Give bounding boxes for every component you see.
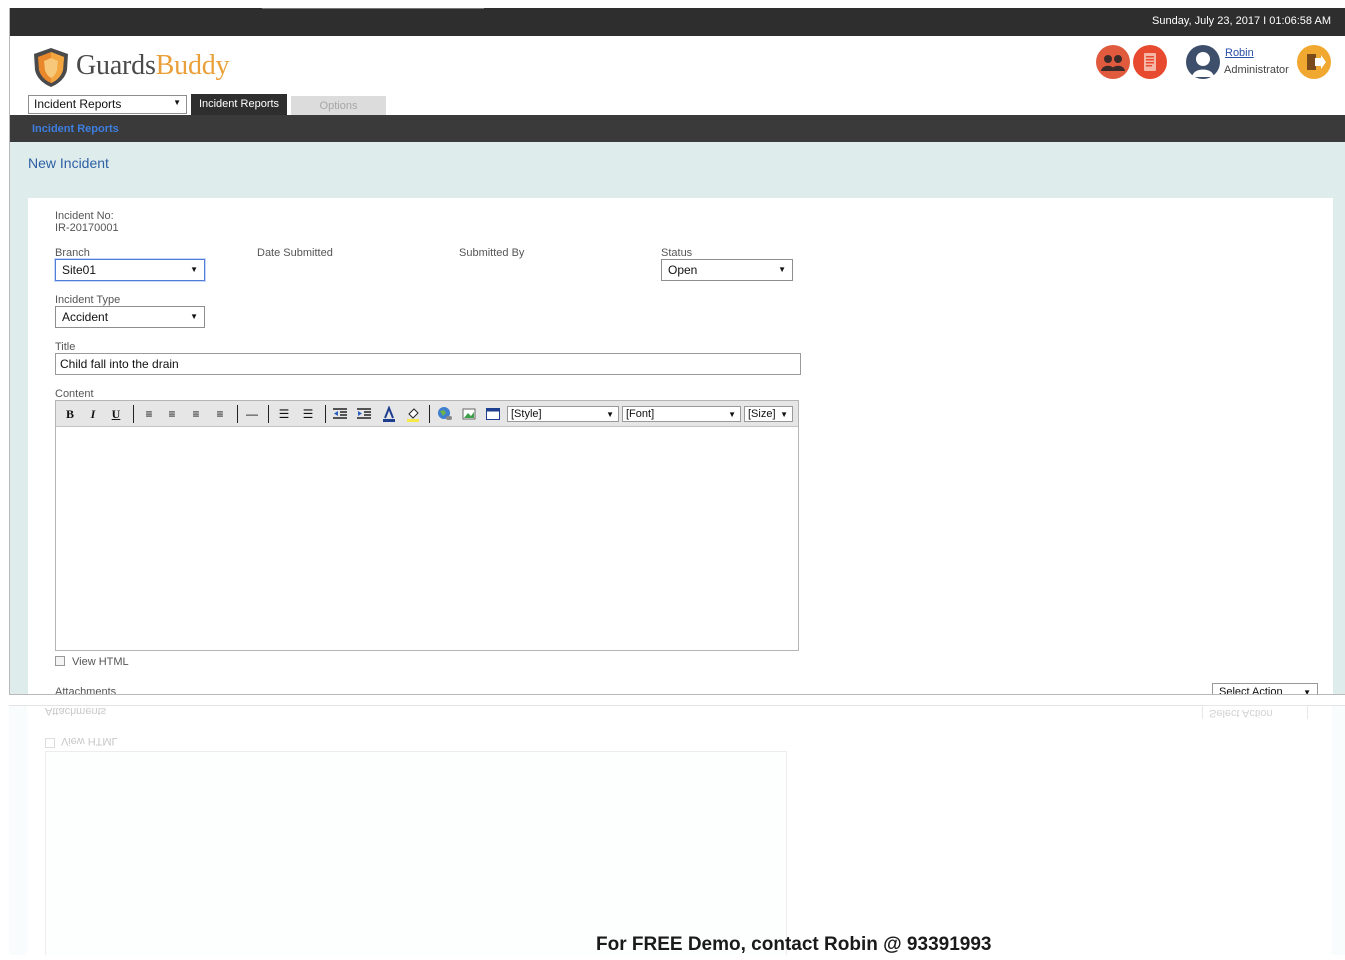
highlight-color-icon[interactable] (405, 406, 421, 422)
attachments-label: Attachments (55, 686, 117, 695)
reports-icon[interactable] (1133, 45, 1167, 79)
form-panel: Incident No: IR-20170001 Branch Site01 ▼… (28, 198, 1333, 695)
incident-type-label: Incident Type (55, 294, 121, 306)
toolbar-separator (237, 405, 238, 423)
chevron-down-icon: ▼ (173, 98, 181, 107)
reflection-checkbox (45, 738, 55, 748)
reflection-select-action: Select Action (1202, 705, 1308, 719)
align-center-icon[interactable]: ≡ (164, 406, 180, 422)
reflection-view-html-label: View HTML (61, 735, 118, 747)
italic-icon[interactable]: I (85, 406, 101, 422)
align-right-icon[interactable]: ≡ (188, 406, 204, 422)
editor-content-area[interactable] (56, 428, 798, 650)
app-root: Sunday, July 23, 2017 I 01:06:58 AM Guar… (0, 0, 1345, 960)
branch-select-value: Site01 (62, 263, 97, 277)
ordered-list-icon[interactable]: ☰ (276, 406, 292, 422)
user-role: Administrator (1224, 64, 1289, 76)
status-select-value: Open (668, 263, 698, 277)
shield-logo-icon (34, 48, 68, 87)
top-bar: Sunday, July 23, 2017 I 01:06:58 AM (10, 8, 1345, 36)
tab-incident-reports[interactable]: Incident Reports (191, 94, 287, 115)
select-action-label: Select Action (1219, 686, 1283, 695)
guards-icon[interactable] (1096, 45, 1130, 79)
text-color-icon[interactable] (381, 406, 397, 422)
brand-name: GuardsBuddy (76, 50, 230, 82)
horizontal-rule-icon[interactable]: — (244, 406, 260, 422)
module-select-value: Incident Reports (34, 97, 122, 111)
toolbar-separator (429, 405, 430, 423)
unordered-list-icon[interactable]: ☰ (300, 406, 316, 422)
underline-icon[interactable]: U (108, 406, 124, 422)
incident-type-select[interactable]: Accident ▼ (55, 306, 205, 328)
font-dropdown-label: [Font] (626, 408, 655, 420)
promo-text: For FREE Demo, contact Robin @ 93391993 (596, 934, 992, 955)
rich-text-editor: B I U ≡ ≡ ≡ ≡ — ☰ ☰ [Style] ▼ [Font] ▼ [… (55, 400, 799, 651)
indent-icon[interactable] (356, 406, 372, 422)
status-select[interactable]: Open ▼ (661, 259, 793, 281)
chevron-down-icon: ▼ (780, 410, 788, 419)
font-dropdown[interactable]: [Font] ▼ (622, 406, 741, 422)
incident-no-value: IR-20170001 (55, 222, 119, 234)
brand-part2: Buddy (155, 50, 230, 81)
status-label: Status (661, 247, 693, 259)
outdent-icon[interactable] (332, 406, 348, 422)
toolbar-separator (268, 405, 269, 423)
align-left-icon[interactable]: ≡ (141, 406, 157, 422)
page-title: New Incident (28, 155, 109, 171)
branch-select[interactable]: Site01 ▼ (55, 259, 205, 281)
style-dropdown-label: [Style] (511, 408, 542, 420)
select-action-dropdown[interactable]: Select Action ▼ (1212, 683, 1318, 695)
style-dropdown[interactable]: [Style] ▼ (507, 406, 619, 422)
incident-type-select-value: Accident (62, 310, 109, 324)
size-dropdown[interactable]: [Size] ▼ (744, 406, 793, 422)
chevron-down-icon: ▼ (190, 312, 198, 321)
toolbar-separator (133, 405, 134, 423)
browser-frame: Sunday, July 23, 2017 I 01:06:58 AM Guar… (9, 8, 1345, 695)
chevron-down-icon: ▼ (606, 410, 614, 419)
toolbar-separator (325, 405, 326, 423)
title-label: Title (55, 341, 76, 353)
top-bar-divider (262, 8, 484, 9)
chevron-down-icon: ▼ (190, 265, 198, 274)
reflection-divider (9, 705, 1345, 706)
view-html-checkbox[interactable] (55, 656, 65, 666)
module-select[interactable]: Incident Reports ▼ (28, 95, 187, 114)
branch-label: Branch (55, 247, 90, 259)
image-icon[interactable] (461, 406, 477, 422)
table-icon[interactable] (485, 406, 501, 422)
date-submitted-label: Date Submitted (257, 247, 333, 259)
chevron-down-icon: ▼ (1303, 688, 1311, 695)
justify-icon[interactable]: ≡ (212, 406, 228, 422)
brand-part1: Guards (76, 50, 156, 81)
datetime-text: Sunday, July 23, 2017 I 01:06:58 AM (1152, 15, 1331, 27)
editor-toolbar: B I U ≡ ≡ ≡ ≡ — ☰ ☰ [Style] ▼ [Font] ▼ [… (56, 401, 798, 427)
submitted-by-label: Submitted By (459, 247, 525, 259)
bold-icon[interactable]: B (62, 406, 78, 422)
user-name-link[interactable]: Robin (1225, 47, 1254, 59)
content-label: Content (55, 388, 94, 400)
avatar[interactable] (1186, 45, 1220, 79)
size-dropdown-label: [Size] (748, 408, 776, 420)
chevron-down-icon: ▼ (728, 410, 736, 419)
nav-bar: Incident Reports (10, 115, 1345, 142)
breadcrumb[interactable]: Incident Reports (32, 123, 119, 135)
view-html-label: View HTML (72, 656, 129, 668)
title-input[interactable]: Child fall into the drain (55, 353, 801, 375)
reflection-editor (45, 751, 787, 955)
chevron-down-icon: ▼ (778, 265, 786, 274)
incident-no-label: Incident No: (55, 210, 114, 222)
reflection-attachments-label: Attachments (45, 705, 107, 717)
link-globe-icon[interactable] (437, 406, 453, 422)
tab-options[interactable]: Options (291, 96, 386, 116)
logout-icon[interactable] (1297, 45, 1331, 79)
reflection: Attachments Select Action View HTML (9, 705, 1345, 955)
